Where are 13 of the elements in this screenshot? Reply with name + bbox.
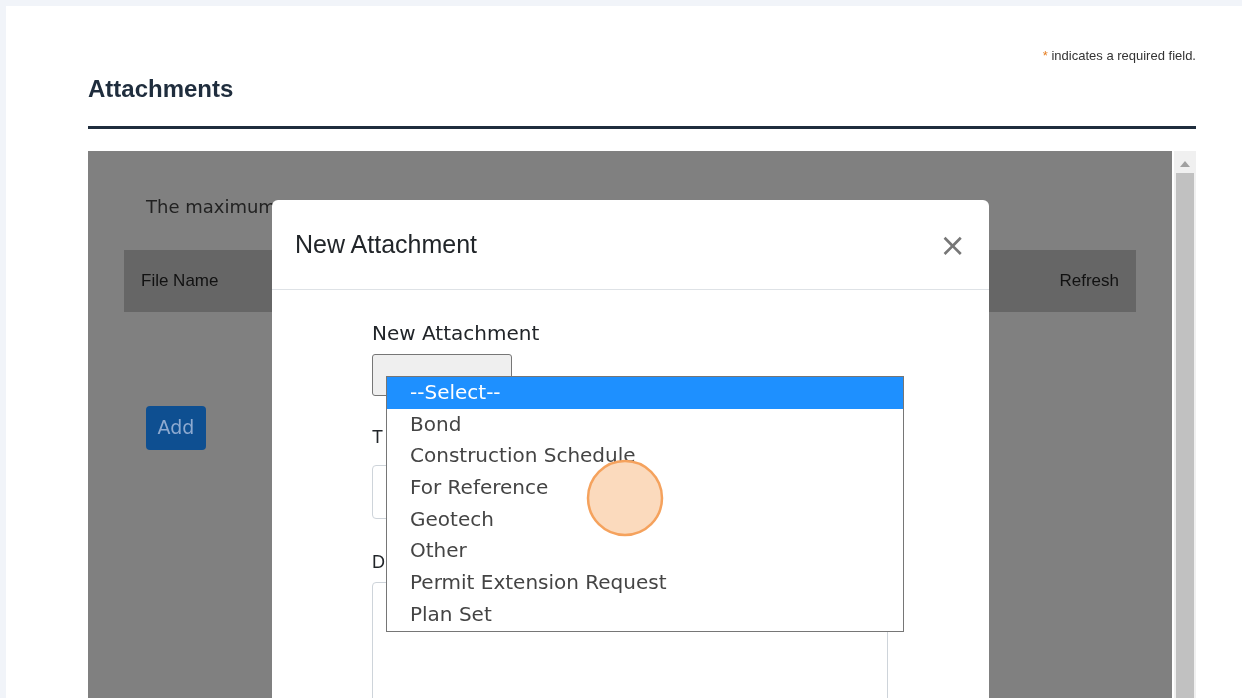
section-title: Attachments [88, 73, 235, 104]
column-header: File Name [141, 269, 219, 292]
scrollbar-thumb[interactable] [1176, 172, 1194, 698]
field-label: T [372, 426, 383, 449]
close-button[interactable]: × [939, 228, 966, 261]
modal-title: New Attachment [295, 228, 478, 260]
field-label: New Attachment [372, 320, 541, 347]
field-label: D [372, 551, 385, 574]
notice-text: The maximum [146, 195, 276, 217]
column-header: Refresh [1059, 269, 1119, 292]
required-note: * indicates a required field. [1042, 47, 1196, 65]
scroll-up-icon[interactable] [1180, 160, 1190, 167]
scrollbar[interactable] [1174, 150, 1196, 698]
